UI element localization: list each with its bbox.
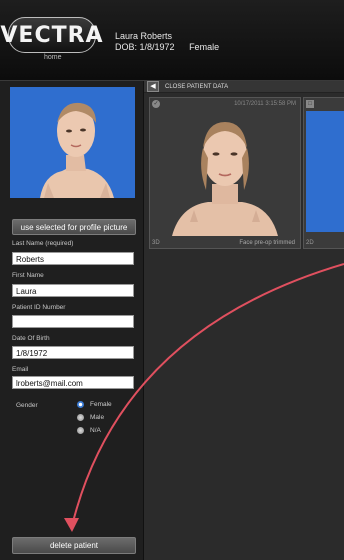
radio-selected-icon — [77, 401, 84, 408]
capture-type-badge: 3D — [152, 240, 160, 246]
gender-option-label: N/A — [90, 427, 101, 434]
profile-picture — [10, 87, 135, 198]
gender-radio-male[interactable]: Male — [77, 414, 104, 421]
use-profile-picture-button[interactable]: use selected for profile picture — [12, 219, 136, 235]
gender-radio-na[interactable]: N/A — [77, 427, 101, 434]
face-profile-image — [10, 87, 135, 198]
email-label: Email — [12, 366, 29, 373]
dob-label: Date Of Birth — [12, 335, 50, 342]
close-patient-data-bar[interactable]: ◀ CLOSE PATIENT DATA — [144, 81, 344, 93]
arrow-left-icon[interactable]: ◀ — [147, 81, 159, 92]
patient-id-label: Patient ID Number — [12, 304, 66, 311]
patient-id-field[interactable] — [12, 315, 134, 328]
last-name-field[interactable]: Roberts — [12, 252, 134, 265]
capture-name: Face pre-op trimmed — [239, 240, 295, 246]
capture-thumbnail-2d[interactable]: □ 2D — [303, 97, 344, 249]
delete-patient-button[interactable]: delete patient — [12, 537, 136, 554]
patient-dob: DOB: 1/8/1972 — [115, 42, 175, 52]
photo-2d-preview — [306, 111, 344, 232]
dob-field[interactable]: 1/8/1972 — [12, 346, 134, 359]
thumbnail-select-icon[interactable]: □ — [306, 100, 314, 108]
email-field[interactable]: lroberts@mail.com — [12, 376, 134, 389]
close-patient-data-label[interactable]: CLOSE PATIENT DATA — [165, 84, 228, 90]
gender-option-label: Male — [90, 414, 105, 421]
header-bar: VECTRA home Laura Roberts DOB: 1/8/1972 … — [0, 0, 344, 81]
last-name-label: Last Name (required) — [12, 240, 74, 247]
gender-radio-female[interactable]: Female — [77, 401, 112, 408]
face-front-image — [172, 122, 278, 236]
patient-sidebar: use selected for profile picture Last Na… — [0, 81, 144, 560]
patient-info: DOB: 1/8/1972 Female — [115, 42, 231, 52]
home-label[interactable]: home — [44, 54, 62, 61]
first-name-field[interactable]: Laura — [12, 284, 134, 297]
radio-unselected-icon — [77, 427, 84, 434]
first-name-label: First Name — [12, 272, 44, 279]
gender-option-label: Female — [90, 401, 112, 408]
gender-label: Gender — [16, 402, 38, 409]
patient-name: Laura Roberts — [115, 31, 173, 41]
capture-thumbnail-3d[interactable]: ✓ 10/17/2011 3:15:58 PM 3D Face pre-op t… — [149, 97, 301, 249]
patient-gender: Female — [189, 42, 220, 52]
radio-unselected-icon — [77, 414, 84, 421]
capture-type-badge: 2D — [306, 240, 314, 246]
patient-data-panel: ◀ CLOSE PATIENT DATA ✓ 10/17/2011 3:15:5… — [144, 81, 344, 560]
vectra-logo[interactable]: VECTRA — [0, 17, 103, 53]
